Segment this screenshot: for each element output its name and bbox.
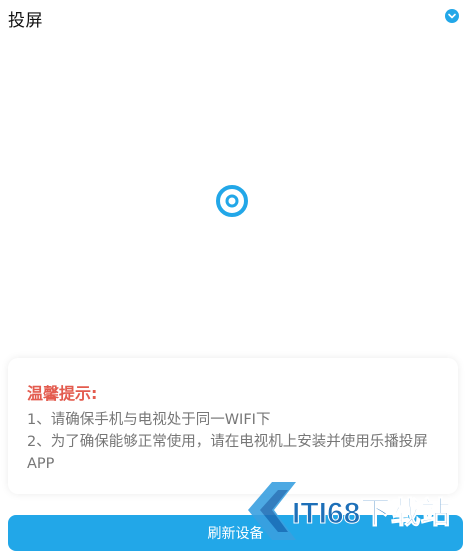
tip-item: 2、为了确保能够正常使用，请在电视机上安装并使用乐播投屏APP [27,434,428,472]
tips-card: 温馨提示: 1、请确保手机与电视处于同一WIFI下 2、为了确保能够正常使用，请… [8,358,458,494]
chevron-down-icon[interactable] [445,9,459,23]
loading-ring-icon [215,184,249,218]
refresh-devices-button[interactable]: 刷新设备 [8,515,463,551]
header: 投屏 [0,0,471,34]
page-title: 投屏 [8,11,43,31]
tip-item: 1、请确保手机与电视处于同一WIFI下 [27,412,271,428]
cast-screen: 投屏 温馨提示: 1、请确保手机与电视处于同一WIFI下 2、为了确保能够正常使… [0,0,471,559]
tips-list: 1、请确保手机与电视处于同一WIFI下 2、为了确保能够正常使用，请在电视机上安… [27,409,452,475]
tips-title: 温馨提示: [27,384,98,403]
